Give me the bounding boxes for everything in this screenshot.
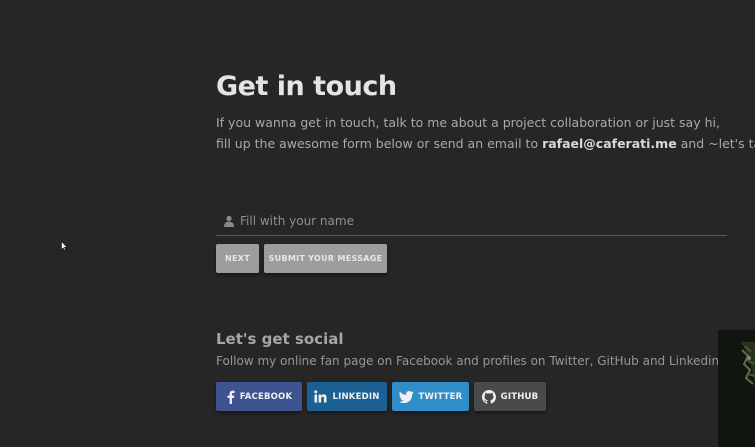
email-link[interactable]: rafael@caferati.me — [542, 136, 677, 151]
name-field — [216, 207, 727, 236]
github-label: GITHUB — [500, 391, 539, 402]
facebook-icon — [226, 390, 235, 404]
intro-line-1: If you wanna get in touch, talk to me ab… — [216, 115, 720, 130]
facebook-button[interactable]: FACEBOOK — [216, 382, 302, 411]
twitter-icon — [398, 390, 414, 403]
linkedin-icon — [314, 390, 327, 403]
user-icon — [220, 212, 238, 230]
contact-page: Get in touch If you wanna get in touch, … — [0, 0, 755, 447]
twitter-button[interactable]: TWITTER — [392, 382, 469, 411]
form-actions: NEXT SUBMIT YOUR MESSAGE — [216, 244, 387, 273]
name-input[interactable] — [240, 214, 727, 228]
page-title: Get in touch — [216, 71, 397, 102]
submit-message-button[interactable]: SUBMIT YOUR MESSAGE — [264, 244, 387, 273]
social-title: Let's get social — [216, 330, 344, 348]
facebook-label: FACEBOOK — [239, 391, 293, 402]
intro-text: If you wanna get in touch, talk to me ab… — [216, 112, 755, 154]
social-description: Follow my online fan page on Facebook an… — [216, 354, 723, 368]
github-button[interactable]: GITHUB — [474, 382, 546, 411]
linkedin-label: LINKEDIN — [332, 391, 380, 402]
twitter-label: TWITTER — [418, 391, 463, 402]
next-button[interactable]: NEXT — [216, 244, 259, 273]
intro-line-2-start: fill up the awesome form below or send a… — [216, 136, 543, 151]
contact-header: Get in touch If you wanna get in touch, … — [216, 70, 755, 154]
mouse-cursor-icon — [61, 236, 68, 255]
social-buttons: FACEBOOK LINKEDIN TWITTER GITHUB — [216, 382, 546, 411]
linkedin-button[interactable]: LINKEDIN — [307, 382, 387, 411]
intro-line-2-end: and ~let's talk. — [680, 136, 755, 151]
video-thumbnail — [718, 330, 755, 447]
github-icon — [481, 389, 496, 404]
